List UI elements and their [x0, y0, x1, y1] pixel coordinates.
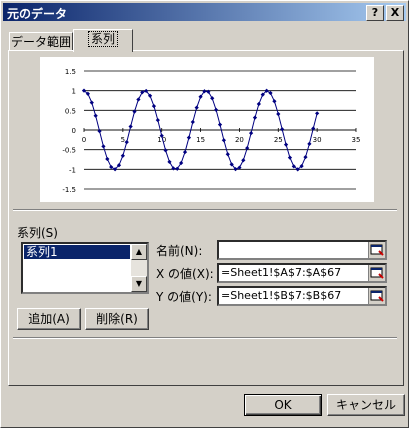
- collapse-dialog-icon[interactable]: [368, 242, 385, 258]
- delete-series-button[interactable]: 削除(R): [85, 308, 149, 330]
- y-tick-label: 0: [72, 127, 76, 135]
- data-point: [89, 100, 94, 105]
- data-point: [101, 144, 106, 149]
- x-tick-label: 30: [313, 136, 322, 144]
- series-list-item[interactable]: 系列1: [24, 245, 130, 259]
- series-list-scrollbar[interactable]: ▲ ▼: [131, 244, 147, 292]
- title-bar: 元のデータ ? X: [3, 3, 406, 21]
- data-point: [190, 119, 195, 125]
- data-point: [182, 149, 188, 155]
- data-point: [303, 155, 308, 160]
- cancel-button[interactable]: キャンセル: [327, 394, 405, 416]
- ok-button[interactable]: OK: [244, 394, 322, 416]
- divider: [13, 209, 397, 211]
- y-tick-label: -1.5: [62, 186, 76, 194]
- y-values-field[interactable]: =Sheet1!$B$7:$B$67: [217, 286, 387, 306]
- data-point: [221, 138, 227, 143]
- scroll-up-icon[interactable]: ▲: [131, 244, 147, 260]
- data-point: [171, 166, 176, 171]
- data-point: [315, 111, 320, 116]
- data-point: [217, 122, 223, 127]
- tab-series[interactable]: 系列: [73, 29, 133, 52]
- data-point: [307, 141, 312, 147]
- x-tick-label: 15: [196, 136, 205, 144]
- data-point: [272, 99, 277, 104]
- data-point: [120, 153, 125, 158]
- x-values-label: X の値(X):: [156, 267, 214, 281]
- collapse-dialog-icon[interactable]: [368, 288, 385, 304]
- data-point: [194, 105, 199, 110]
- x-tick-label: 35: [352, 136, 361, 144]
- data-point: [276, 111, 281, 117]
- y-values-value: =Sheet1!$B$7:$B$67: [221, 289, 342, 302]
- data-point: [206, 89, 211, 94]
- add-series-button[interactable]: 追加(A): [17, 308, 81, 330]
- data-point: [136, 97, 141, 102]
- y-values-label: Y の値(Y):: [156, 290, 212, 304]
- chart-preview: 1.5 1 0.5 0 -0.5 -1 -1.5 0 5 10 15 20 25 30 35: [40, 57, 374, 202]
- scroll-down-icon[interactable]: ▼: [131, 276, 147, 292]
- chart-svg: 1.510.50-0.5-1-1.50 5 10 15 20 25 30 35: [62, 68, 361, 194]
- y-tick-label: -0.5: [62, 147, 76, 155]
- data-point: [124, 139, 129, 145]
- series-section-label: 系列(S): [17, 226, 58, 240]
- data-point: [151, 103, 157, 109]
- data-point: [109, 164, 114, 170]
- data-point: [213, 107, 219, 112]
- data-point: [225, 152, 230, 157]
- help-button[interactable]: ?: [366, 5, 384, 21]
- data-point: [268, 90, 273, 96]
- data-point: [241, 158, 246, 163]
- tab-data-range-label: データ範囲: [10, 35, 71, 49]
- x-values-value: =Sheet1!$A$7:$A$67: [221, 266, 342, 279]
- data-point: [163, 148, 168, 153]
- data-point: [105, 156, 110, 162]
- data-point: [155, 117, 160, 123]
- y-tick-label: 0.5: [65, 107, 76, 115]
- series-tab-panel: 1.5 1 0.5 0 -0.5 -1 -1.5 0 5 10 15 20 25 30 35 系列(S) 系…: [8, 50, 404, 386]
- window-title: 元のデータ: [7, 7, 68, 21]
- y-tick-label: 1: [72, 88, 76, 96]
- data-point: [167, 159, 172, 165]
- data-point: [128, 124, 133, 129]
- close-button[interactable]: X: [386, 5, 404, 21]
- data-point: [210, 96, 215, 101]
- series-listbox[interactable]: 系列1 ▲ ▼: [21, 242, 149, 294]
- data-point: [283, 142, 289, 147]
- x-tick-label: 0: [82, 136, 86, 144]
- x-tick-label: 5: [121, 136, 125, 144]
- x-tick-label: 25: [274, 136, 283, 144]
- y-tick-label: -1: [69, 166, 76, 174]
- data-point: [186, 135, 192, 140]
- y-tick-label: 1.5: [65, 68, 76, 76]
- tab-data-range[interactable]: データ範囲: [9, 32, 73, 51]
- data-point: [280, 127, 285, 132]
- tab-series-label: 系列: [87, 31, 118, 47]
- data-point: [287, 155, 293, 160]
- collapse-dialog-icon[interactable]: [368, 265, 385, 281]
- name-label: 名前(N):: [156, 244, 203, 258]
- name-field[interactable]: [217, 240, 387, 260]
- source-data-dialog: 元のデータ ? X データ範囲 系列 1.5 1 0.5 0 -0.5 -1 -1.5 0 5 1…: [0, 0, 409, 428]
- data-point: [93, 113, 98, 118]
- x-values-field[interactable]: =Sheet1!$A$7:$A$67: [217, 263, 387, 283]
- data-point: [256, 101, 261, 107]
- divider: [13, 337, 397, 339]
- data-point: [248, 130, 254, 136]
- x-tick-label: 20: [235, 136, 244, 144]
- data-point: [252, 115, 258, 120]
